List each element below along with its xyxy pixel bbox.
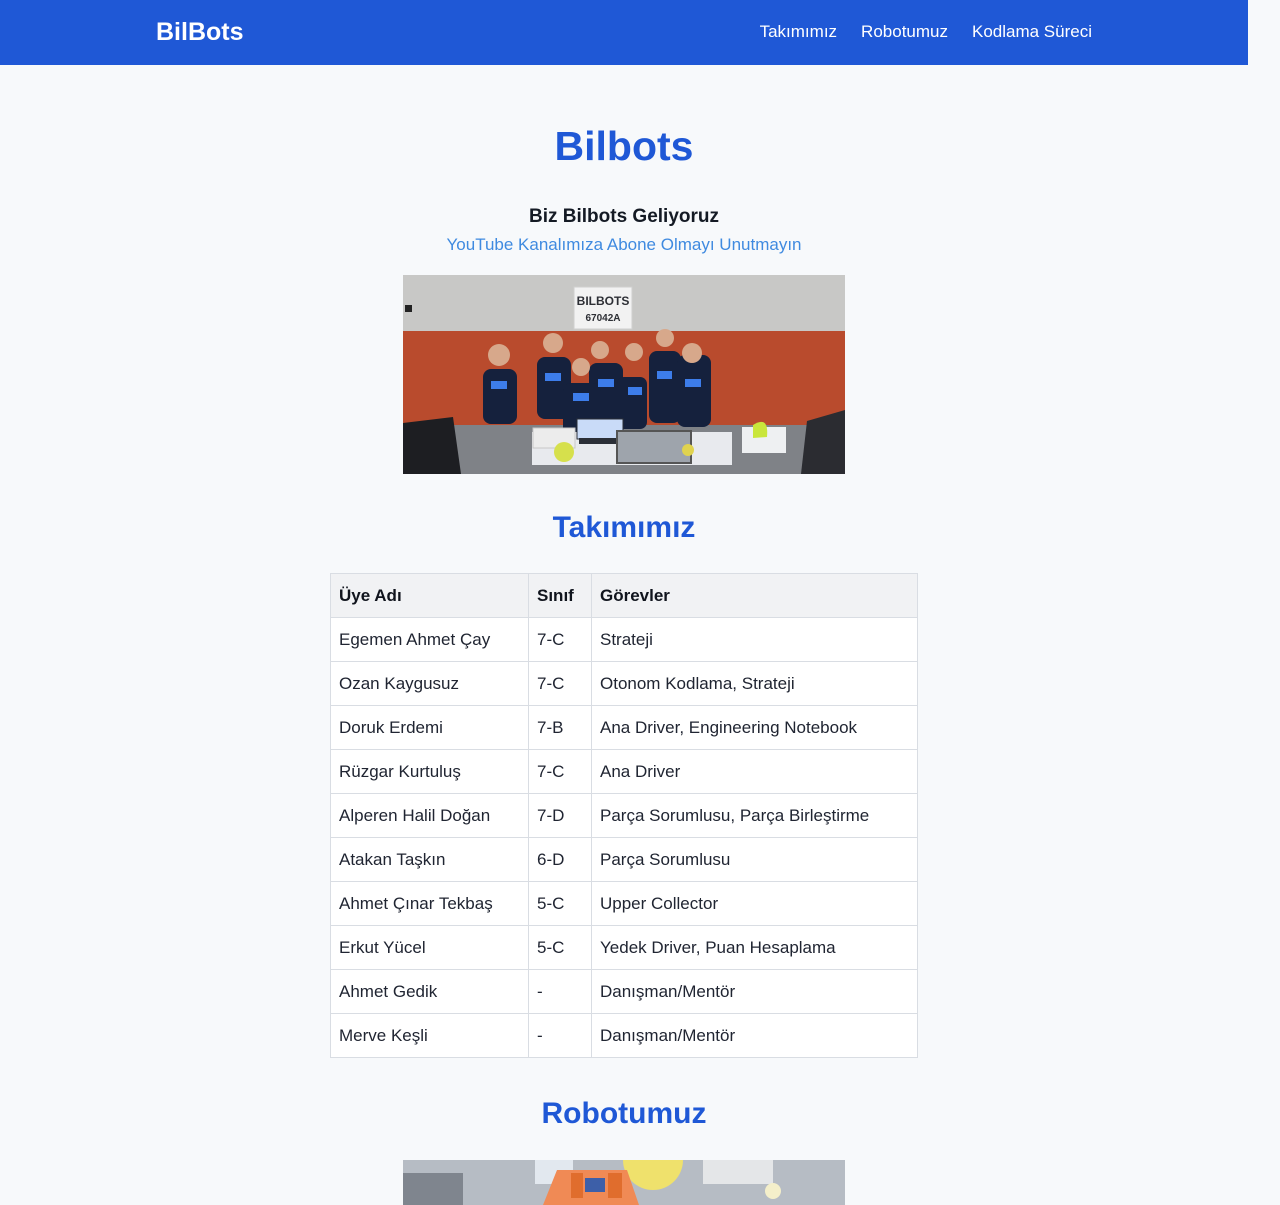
member-class-cell: - [528, 1013, 592, 1058]
team-table-header-row: Üye Adı Sınıf Görevler [330, 573, 918, 618]
team-section-title: Takımımız [552, 511, 696, 544]
member-class-cell: 7-B [528, 705, 592, 750]
member-duties-cell: Danışman/Mentör [591, 1013, 918, 1058]
member-name-cell: Alperen Halil Doğan [330, 793, 529, 838]
nav-link-takimimiz[interactable]: Takımımız [760, 20, 837, 44]
member-class-cell: 6-D [528, 837, 592, 882]
member-class-cell: - [528, 969, 592, 1014]
banner-title: BILBOTS [577, 294, 630, 308]
member-duties-cell: Parça Sorumlusu [591, 837, 918, 882]
table-row: Erkut Yücel 5-C Yedek Driver, Puan Hesap… [330, 925, 918, 970]
member-name-cell: Merve Keşli [330, 1013, 529, 1058]
member-name-cell: Ahmet Gedik [330, 969, 529, 1014]
robot-photo-illustration [403, 1160, 845, 1205]
member-class-cell: 7-C [528, 617, 592, 662]
member-duties-cell: Otonom Kodlama, Strateji [591, 661, 918, 706]
table-row: Merve Keşli - Danışman/Mentör [330, 1013, 918, 1058]
member-duties-cell: Yedek Driver, Puan Hesaplama [591, 925, 918, 970]
team-table: Üye Adı Sınıf Görevler Egemen Ahmet Çay … [330, 573, 918, 1058]
member-class-cell: 5-C [528, 881, 592, 926]
team-photo: BILBOTS 67042A [403, 275, 845, 474]
table-row: Ahmet Gedik - Danışman/Mentör [330, 969, 918, 1014]
table-row: Ozan Kaygusuz 7-C Otonom Kodlama, Strate… [330, 661, 918, 706]
table-row: Doruk Erdemi 7-B Ana Driver, Engineering… [330, 705, 918, 750]
member-name-cell: Doruk Erdemi [330, 705, 529, 750]
robot-section-title: Robotumuz [541, 1097, 707, 1130]
member-duties-cell: Parça Sorumlusu, Parça Birleştirme [591, 793, 918, 838]
member-duties-cell: Ana Driver [591, 749, 918, 794]
member-name-cell: Egemen Ahmet Çay [330, 617, 529, 662]
main-navigation: Takımımız Robotumuz Kodlama Süreci [760, 20, 1092, 44]
table-row: Atakan Taşkın 6-D Parça Sorumlusu [330, 837, 918, 882]
member-duties-cell: Upper Collector [591, 881, 918, 926]
member-class-cell: 7-D [528, 793, 592, 838]
member-name-cell: Rüzgar Kurtuluş [330, 749, 529, 794]
table-row: Egemen Ahmet Çay 7-C Strateji [330, 617, 918, 662]
table-row: Rüzgar Kurtuluş 7-C Ana Driver [330, 749, 918, 794]
youtube-channel-link[interactable]: YouTube Kanalımıza Abone Olmayı Unutmayı… [0, 235, 1248, 255]
member-name-cell: Erkut Yücel [330, 925, 529, 970]
page-title: Bilbots [554, 123, 694, 169]
top-navbar: BilBots Takımımız Robotumuz Kodlama Süre… [0, 0, 1248, 65]
member-class-cell: 5-C [528, 925, 592, 970]
member-duties-cell: Danışman/Mentör [591, 969, 918, 1014]
member-name-cell: Ahmet Çınar Tekbaş [330, 881, 529, 926]
brand-logo[interactable]: BilBots [156, 16, 244, 48]
banner-team-number: 67042A [585, 313, 620, 324]
table-row: Alperen Halil Doğan 7-D Parça Sorumlusu,… [330, 793, 918, 838]
member-duties-cell: Strateji [591, 617, 918, 662]
robot-photo [403, 1160, 845, 1205]
nav-link-kodlama-sureci[interactable]: Kodlama Süreci [972, 20, 1092, 44]
nav-link-robotumuz[interactable]: Robotumuz [861, 20, 948, 44]
member-name-cell: Atakan Taşkın [330, 837, 529, 882]
header-class: Sınıf [528, 573, 592, 618]
page-content: Bilbots Biz Bilbots Geliyoruz YouTube Ka… [0, 65, 1248, 1205]
header-member-name: Üye Adı [330, 573, 529, 618]
team-photo-illustration: BILBOTS 67042A [403, 275, 845, 474]
member-name-cell: Ozan Kaygusuz [330, 661, 529, 706]
member-duties-cell: Ana Driver, Engineering Notebook [591, 705, 918, 750]
member-class-cell: 7-C [528, 661, 592, 706]
member-class-cell: 7-C [528, 749, 592, 794]
team-table-container: Üye Adı Sınıf Görevler Egemen Ahmet Çay … [330, 573, 918, 1058]
header-duties: Görevler [591, 573, 918, 618]
hero-subtitle: Biz Bilbots Geliyoruz [528, 206, 720, 227]
table-row: Ahmet Çınar Tekbaş 5-C Upper Collector [330, 881, 918, 926]
